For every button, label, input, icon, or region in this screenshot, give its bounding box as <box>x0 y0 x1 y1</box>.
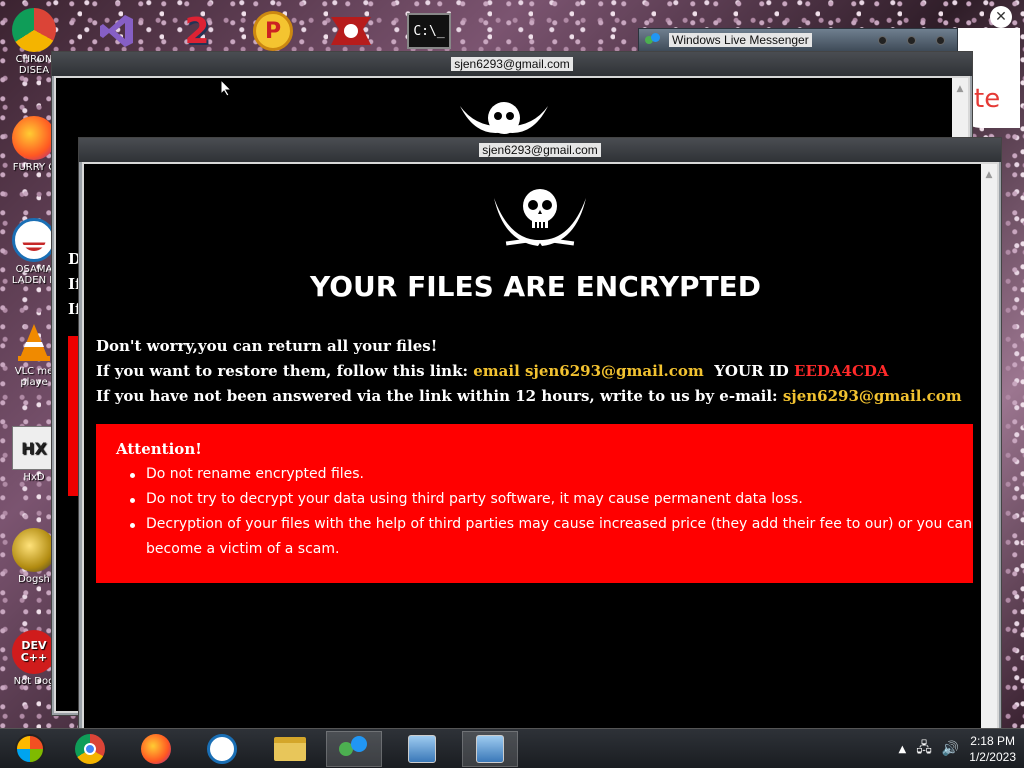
window-title: sjen6293@gmail.com <box>479 143 601 157</box>
ransom-instructions: Don't worry,you can return all your file… <box>96 334 962 409</box>
installer-icon <box>408 735 436 763</box>
scroll-up-icon[interactable]: ▲ <box>981 164 997 180</box>
chrome-shortcut-icon <box>12 8 56 52</box>
vlc-icon <box>12 320 56 364</box>
ransom-headline: YOUR FILES ARE ENCRYPTED <box>309 270 762 303</box>
email-link[interactable]: email sjen6293@gmail.com <box>473 362 704 380</box>
volume-icon[interactable]: 🔊 <box>942 741 959 757</box>
taskbar-firefox[interactable] <box>128 731 184 767</box>
dev-cpp-glyph: DEV C++ <box>20 639 48 664</box>
attention-title: Attention! <box>116 440 202 458</box>
hxd-icon: HX <box>12 426 56 470</box>
network-icon[interactable]: 🖧 <box>916 737 932 761</box>
numbered-2-icon[interactable]: 2 <box>172 8 222 54</box>
attention-item: Do not try to decrypt your data using th… <box>126 487 973 512</box>
chrome-icon <box>75 734 105 764</box>
ransom-note: YOUR FILES ARE ENCRYPTED Don't worry,you… <box>94 164 977 734</box>
dev-cpp-icon: DEV C++ <box>12 630 56 674</box>
reassurance-line: Don't worry,you can return all your file… <box>96 337 438 355</box>
scroll-up-icon[interactable]: ▲ <box>952 78 968 94</box>
close-button[interactable] <box>936 35 945 45</box>
pirate-skull-crossed-swords-icon <box>494 189 586 246</box>
mouse-cursor-icon <box>220 79 232 97</box>
messenger-icon <box>339 736 369 762</box>
taskbar-installer-1[interactable] <box>394 731 450 767</box>
window-titlebar[interactable]: sjen6293@gmail.com <box>52 52 972 76</box>
clock-time: 2:18 PM <box>970 734 1015 748</box>
close-circle-icon[interactable]: ✕ <box>990 6 1012 28</box>
taskbar-obama-app[interactable] <box>194 731 250 767</box>
your-id-label: YOUR ID <box>714 362 789 380</box>
fallback-email-link[interactable]: sjen6293@gmail.com <box>783 387 962 405</box>
window-client-area: YOUR FILES ARE ENCRYPTED Don't worry,you… <box>82 162 999 736</box>
installer-icon <box>476 735 504 763</box>
show-hidden-icons-chevron-icon[interactable]: ▲ <box>899 744 907 755</box>
visual-studio-icon[interactable] <box>92 8 142 54</box>
obama-logo-icon <box>207 734 237 764</box>
fallback-contact-line: If you have not been answered via the li… <box>96 384 962 409</box>
restore-line-prefix: If you want to restore them, follow this… <box>96 362 468 380</box>
red-emblem-icon[interactable] <box>326 8 376 54</box>
attention-item: Decryption of your files with the help o… <box>126 512 973 562</box>
maximize-button[interactable] <box>907 35 916 45</box>
hxd-glyph: HX <box>21 438 47 458</box>
taskbar-chrome[interactable] <box>62 731 118 767</box>
taskbar-file-explorer[interactable] <box>262 731 318 767</box>
ransom-window-front[interactable]: sjen6293@gmail.com YOUR FILES ARE ENCRYP… <box>78 137 1002 737</box>
messenger-window-bar[interactable]: Windows Live Messenger <box>638 28 958 52</box>
pirate-skull-icon <box>460 102 548 134</box>
dogsh-icon <box>12 528 56 572</box>
taskbar-installer-2[interactable] <box>462 731 518 767</box>
firefox-icon <box>141 734 171 764</box>
folder-icon <box>274 737 306 761</box>
attention-list: Do not rename encrypted files. Do not tr… <box>116 462 973 562</box>
attention-panel: Attention! Do not rename encrypted files… <box>96 424 973 583</box>
taskbar-messenger[interactable] <box>326 731 382 767</box>
messenger-title: Windows Live Messenger <box>669 33 812 47</box>
firefox-shortcut-icon <box>12 116 56 160</box>
system-tray: ▲ 🖧 🔊 2:18 PM 1/2/2023 <box>899 729 1016 768</box>
window-title: sjen6293@gmail.com <box>451 57 573 71</box>
victim-id: EEDA4CDA <box>794 362 889 380</box>
messenger-buddies-icon <box>645 33 661 47</box>
obama-logo-icon <box>12 218 56 262</box>
start-button[interactable] <box>2 731 58 767</box>
attention-item: Do not rename encrypted files. <box>126 462 973 487</box>
start-orb-icon <box>15 734 45 764</box>
clock[interactable]: 2:18 PM 1/2/2023 <box>969 733 1016 765</box>
window-titlebar[interactable]: sjen6293@gmail.com <box>79 138 1001 162</box>
fallback-prefix: If you have not been answered via the li… <box>96 387 778 405</box>
taskbar: ▲ 🖧 🔊 2:18 PM 1/2/2023 <box>0 728 1024 768</box>
back-window-red-panel <box>68 336 78 496</box>
cmd-icon[interactable]: C:\_ <box>404 8 454 54</box>
vertical-scrollbar[interactable]: ▲ <box>981 164 997 734</box>
restore-line: If you want to restore them, follow this… <box>96 359 962 384</box>
p-logo-icon[interactable]: P <box>248 8 298 54</box>
minimize-button[interactable] <box>878 35 887 45</box>
clock-date: 1/2/2023 <box>969 750 1016 764</box>
